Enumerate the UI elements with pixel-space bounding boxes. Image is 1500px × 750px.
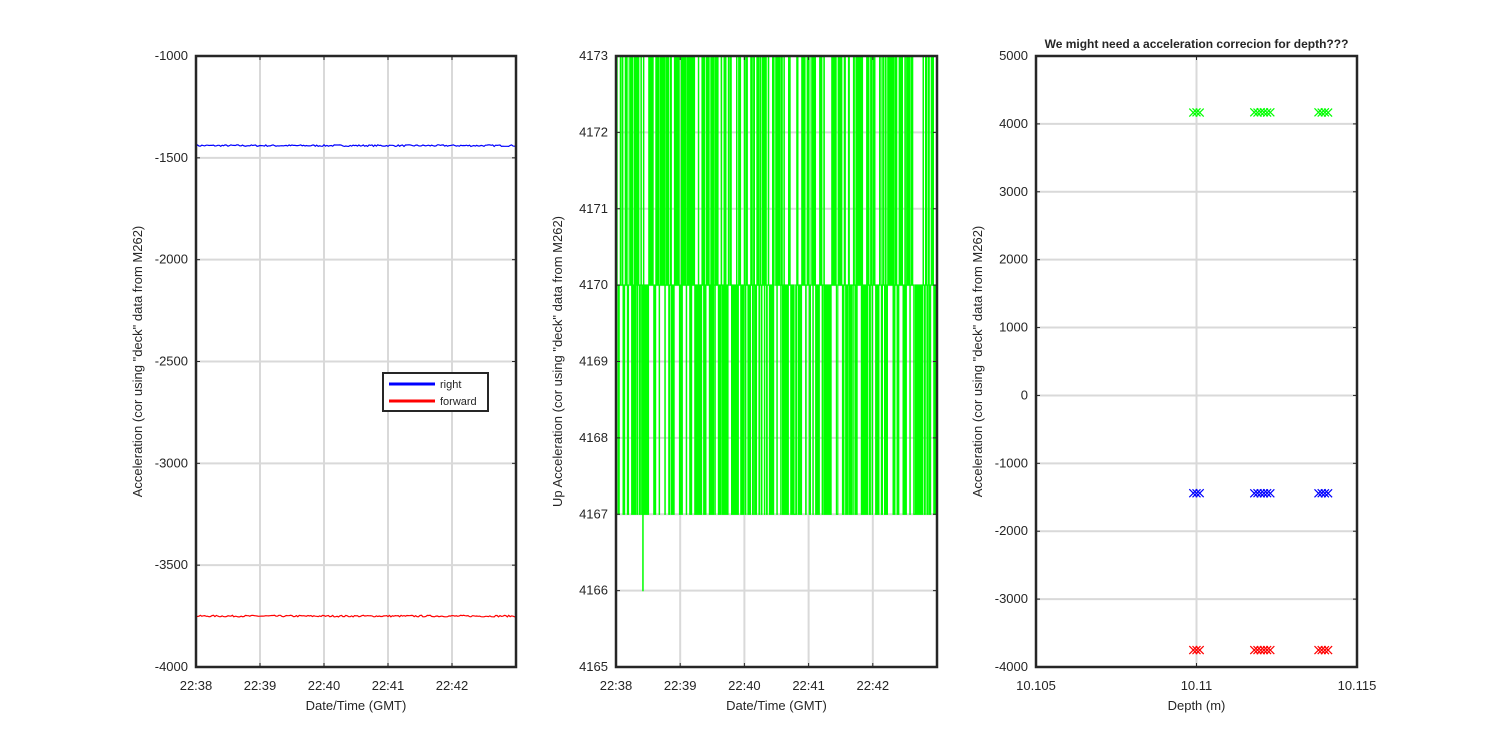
legend-label-right: right — [440, 379, 461, 391]
y-tick-label: 4168 — [579, 430, 608, 445]
legend-label-forward: forward — [440, 396, 477, 408]
y-tick-label: -3500 — [155, 557, 188, 572]
x-axis-label: Date/Time (GMT) — [726, 698, 827, 713]
y-axis-label: Acceleration (cor using "deck" data from… — [130, 226, 145, 498]
y-axis-label: Up Acceleration (cor using "deck" data f… — [550, 216, 565, 507]
y-tick-label: 1000 — [999, 320, 1028, 335]
y-tick-label: -1000 — [155, 48, 188, 63]
y-tick-label: -4000 — [155, 659, 188, 674]
figure: -1000 -1500 -2000 -2500 -3000 -3500 -4000 22:38… — [0, 0, 1500, 750]
y-tick-label: -2500 — [155, 354, 188, 369]
x-tick-label: 10.105 — [1016, 678, 1056, 693]
x-tick-label: 22:41 — [372, 678, 405, 693]
chart-title: We might need a acceleration correcion f… — [1045, 37, 1349, 51]
y-tick-label: 5000 — [999, 48, 1028, 63]
x-tick-label: 22:38 — [180, 678, 213, 693]
x-tick-label: 10.115 — [1338, 678, 1377, 693]
y-axis-label: Acceleration (cor using "deck" data from… — [970, 226, 985, 498]
y-tick-label: -2000 — [995, 523, 1028, 538]
y-tick-label: -2000 — [155, 252, 188, 267]
y-tick-label: -1500 — [155, 150, 188, 165]
x-axis-label: Depth (m) — [1168, 698, 1226, 713]
x-tick-label: 22:38 — [600, 678, 633, 693]
y-tick-label: -3000 — [155, 455, 188, 470]
y-tick-label: 0 — [1021, 387, 1028, 402]
x-tick-label: 22:42 — [857, 678, 890, 693]
y-tick-label: 4171 — [579, 201, 608, 216]
y-tick-label: 4167 — [579, 506, 608, 521]
y-tick-label: 3000 — [999, 184, 1028, 199]
x-axis-label: Date/Time (GMT) — [306, 698, 407, 713]
y-tick-label: -4000 — [995, 659, 1028, 674]
legend: right forward — [382, 372, 489, 412]
x-tick-label: 10.11 — [1181, 678, 1213, 693]
y-tick-label: 4172 — [579, 124, 608, 139]
y-tick-label: 4000 — [999, 116, 1028, 131]
x-tick-label: 22:39 — [244, 678, 277, 693]
y-tick-label: -1000 — [995, 455, 1028, 470]
y-tick-label: 4165 — [579, 659, 608, 674]
y-tick-label: 4173 — [579, 48, 608, 63]
y-tick-label: -3000 — [995, 591, 1028, 606]
y-tick-label: 4166 — [579, 583, 608, 598]
x-tick-label: 22:39 — [664, 678, 697, 693]
x-tick-label: 22:42 — [436, 678, 469, 693]
x-tick-label: 22:40 — [728, 678, 761, 693]
x-tick-label: 22:40 — [308, 678, 341, 693]
y-tick-label: 4170 — [579, 277, 608, 292]
y-tick-label: 4169 — [579, 354, 608, 369]
y-tick-label: 2000 — [999, 252, 1028, 267]
x-tick-label: 22:41 — [792, 678, 825, 693]
